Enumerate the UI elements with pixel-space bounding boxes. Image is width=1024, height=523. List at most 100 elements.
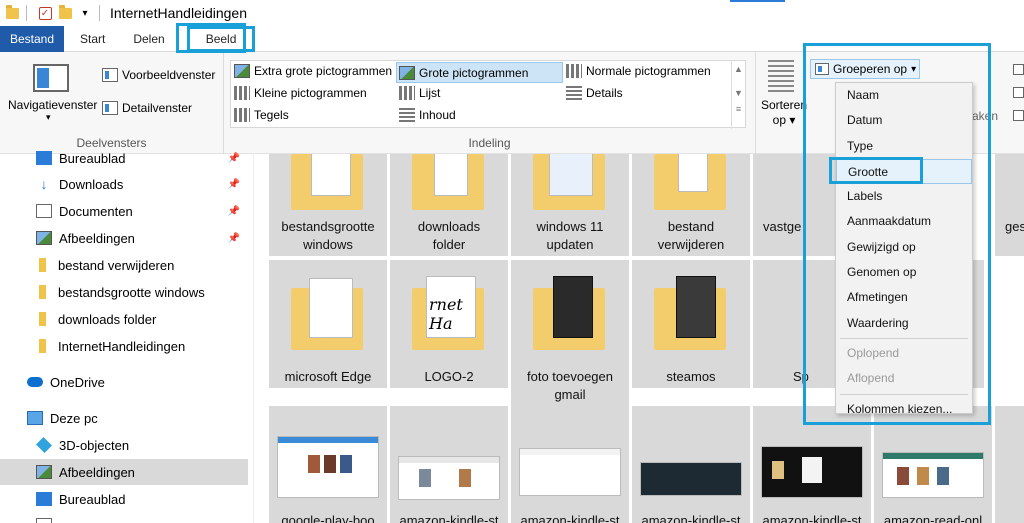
preview-pane-button[interactable]: Voorbeeldvenster [102, 68, 215, 82]
sidebar-item-partial[interactable] [0, 512, 248, 523]
folder-thumbnail-icon: rnet Ha [409, 276, 487, 350]
properties-check-icon[interactable]: ✓ [37, 5, 53, 21]
menu-item-rating[interactable]: Waardering [836, 311, 972, 336]
folder-tile[interactable]: bestandsgrootte windows [269, 154, 387, 256]
pin-icon[interactable]: 📌 [228, 179, 240, 190]
tab-file[interactable]: Bestand [0, 26, 64, 52]
navigation-pane-arrow[interactable]: ▾ [46, 112, 51, 123]
folder-tile[interactable]: downloads folder [390, 154, 508, 256]
sidebar-item-label: Downloads [59, 176, 124, 192]
tile-label: foto toevoegen gmail [526, 369, 614, 402]
folder-tile[interactable]: ges [995, 154, 1024, 256]
sidebar-item-desktop[interactable]: Bureaublad 📌 [0, 145, 248, 171]
folder-thumbnail-icon [288, 278, 366, 350]
sidebar-item-folder[interactable]: bestandsgrootte windows [0, 279, 248, 305]
sort-icon[interactable] [768, 60, 794, 92]
folder-tile[interactable]: windows 11 updaten [511, 154, 629, 256]
checkbox[interactable] [1013, 64, 1024, 75]
menu-item-name[interactable]: Naam [836, 83, 972, 108]
pin-icon[interactable]: 📌 [228, 153, 240, 164]
checkbox[interactable] [1013, 87, 1024, 98]
image-thumbnail [398, 456, 500, 500]
image-tile[interactable]: amazon-kindle-st [511, 406, 629, 523]
layout-large-icons[interactable]: Grote pictogrammen [396, 62, 563, 83]
expand-gallery-icon[interactable]: ≡ [732, 104, 745, 114]
navigation-pane-icon[interactable] [33, 64, 69, 92]
pin-icon[interactable]: 📌 [228, 206, 240, 217]
sidebar-item-folder[interactable]: downloads folder [0, 306, 248, 332]
scroll-down-icon[interactable]: ▼ [732, 88, 745, 98]
navigation-pane-button[interactable]: Navigatievenster [8, 98, 97, 112]
menu-item-date-taken[interactable]: Genomen op [836, 260, 972, 285]
divider [26, 5, 27, 21]
menu-item-choose-columns[interactable]: Kolommen kiezen... [836, 397, 972, 422]
details-pane-button[interactable]: Detailvenster [102, 101, 192, 115]
cloud-icon [27, 377, 43, 387]
sidebar-item-documents[interactable]: Documenten 📌 [0, 198, 248, 224]
sidebar-item-desktop-pc[interactable]: Bureaublad [0, 486, 248, 512]
sidebar-item-this-pc[interactable]: Deze pc [0, 405, 248, 431]
computer-icon [27, 411, 43, 425]
image-thumbnail [761, 446, 863, 498]
image-tile[interactable] [995, 406, 1024, 523]
sidebar-item-label: Afbeeldingen [59, 230, 135, 246]
tiles-icon [234, 108, 250, 122]
folder-icon [39, 285, 46, 299]
window-accent-line [730, 0, 785, 2]
sidebar-item-label: downloads folder [58, 311, 157, 327]
tile-label: windows 11 updaten [536, 219, 604, 252]
tile-label: amazon-kindle-st [520, 513, 620, 523]
document-icon [36, 204, 52, 218]
sidebar-item-folder[interactable]: bestand verwijderen [0, 252, 248, 278]
tile-label: amazon-read-onl [883, 513, 983, 523]
quick-access-dropdown-icon[interactable]: ▾ [77, 5, 93, 21]
checkbox[interactable] [1013, 110, 1024, 121]
desktop-icon [36, 151, 52, 165]
layout-list[interactable]: Lijst [399, 86, 440, 100]
sidebar-item-label: 3D-objecten [59, 437, 130, 453]
folder-tile[interactable]: steamos [632, 260, 750, 388]
navigation-pane-label: Navigatievenster [8, 98, 98, 112]
layout-extra-large-icons[interactable]: Extra grote pictogrammen [234, 64, 392, 78]
image-tile[interactable]: google-play-boo [269, 406, 387, 523]
layout-small-icons[interactable]: Kleine pictogrammen [234, 86, 367, 100]
tile-label: amazon-kindle-st [399, 513, 499, 523]
tile-label: steamos [666, 369, 716, 384]
layout-group-label: Indeling [468, 136, 511, 150]
sort-label-arrow: op ▾ [772, 113, 796, 127]
sidebar-item-3d-objects[interactable]: 3D-objecten [0, 432, 248, 458]
sidebar-item-pictures-pc[interactable]: Afbeeldingen [0, 459, 248, 485]
tab-start[interactable]: Start [64, 26, 119, 52]
sidebar-item-pictures[interactable]: Afbeeldingen 📌 [0, 225, 248, 251]
new-folder-icon[interactable] [57, 4, 73, 21]
sidebar-item-onedrive[interactable]: OneDrive [0, 369, 248, 395]
layout-tiles[interactable]: Tegels [234, 108, 289, 122]
menu-item-date-created[interactable]: Aanmaakdatum [836, 209, 972, 234]
image-thumbnail [277, 436, 379, 498]
download-arrow-icon: ↓ [40, 176, 48, 192]
folder-tile[interactable]: foto toevoegen gmail [511, 260, 629, 408]
folder-tile[interactable]: microsoft Edge [269, 260, 387, 388]
sidebar-item-downloads[interactable]: ↓ Downloads 📌 [0, 171, 248, 197]
layout-content[interactable]: Inhoud [399, 108, 456, 122]
menu-item-date[interactable]: Datum [836, 108, 972, 133]
layout-details[interactable]: Details [566, 86, 623, 100]
sort-button[interactable]: Sorteren op ▾ [761, 98, 807, 128]
folder-tile[interactable]: rnet Ha LOGO-2 [390, 260, 508, 388]
image-tile[interactable]: amazon-kindle-st [632, 406, 750, 523]
folder-tile[interactable]: bestand verwijderen [632, 154, 750, 256]
scroll-up-icon[interactable]: ▲ [732, 64, 745, 74]
pin-icon[interactable]: 📌 [228, 233, 240, 244]
menu-item-type[interactable]: Type [836, 134, 972, 159]
highlight-size-item [829, 157, 923, 184]
sidebar-item-label: InternetHandleidingen [58, 338, 186, 354]
layout-gallery-scrollbar[interactable]: ▲ ▼ ≡ [731, 61, 745, 129]
menu-item-dimensions[interactable]: Afmetingen [836, 285, 972, 310]
tab-share[interactable]: Delen [119, 26, 178, 52]
image-tile[interactable]: amazon-kindle-st [390, 406, 508, 523]
sidebar-item-folder[interactable]: InternetHandleidingen [0, 333, 248, 359]
layout-medium-icons[interactable]: Normale pictogrammen [566, 64, 711, 78]
menu-item-date-modified[interactable]: Gewijzigd op [836, 235, 972, 260]
menu-item-tags[interactable]: Labels [836, 184, 972, 209]
menu-divider [840, 393, 968, 395]
